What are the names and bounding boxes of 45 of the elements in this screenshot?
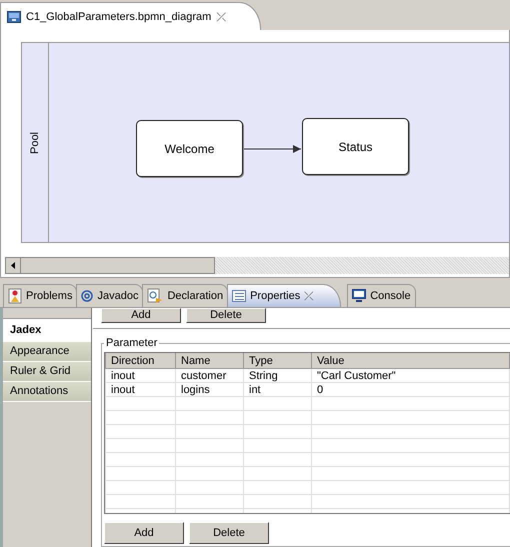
table-cell: logins: [176, 382, 244, 396]
task-node[interactable]: Status: [302, 118, 409, 175]
table-cell: customer: [176, 368, 244, 382]
problems-icon: [8, 288, 22, 304]
view-tab-label: Problems: [26, 290, 72, 302]
close-icon[interactable]: ⤫: [304, 289, 314, 303]
monitor-icon: [352, 289, 366, 303]
column-header[interactable]: Name: [176, 353, 244, 368]
task-node[interactable]: Welcome: [136, 120, 243, 177]
view-tab[interactable]: Properties ⤫: [227, 284, 342, 307]
column-header[interactable]: Direction: [106, 353, 176, 368]
table-cell: String: [244, 368, 312, 382]
property-tab[interactable]: Appearance: [3, 342, 91, 362]
scrollbar-thumb[interactable]: [21, 257, 215, 274]
property-tab[interactable]: Annotations: [3, 382, 91, 402]
editor-tab[interactable]: C1_GlobalParameters.bpmn_diagram ⤫: [0, 2, 262, 30]
view-tab-label: Javadoc: [97, 290, 138, 302]
table-cell: 0: [312, 382, 510, 396]
declaration-icon: [147, 288, 164, 304]
column-header[interactable]: Value: [312, 353, 510, 368]
left-arrow-icon: [11, 262, 15, 269]
view-tab[interactable]: Problems: [3, 284, 78, 307]
scroll-left-button[interactable]: [5, 257, 21, 274]
diagram-file-icon: [7, 10, 21, 22]
table-cell: "Carl Customer": [312, 368, 510, 382]
close-icon[interactable]: ⤫: [216, 10, 226, 24]
group-title: Parameter: [105, 337, 158, 349]
editor-tab-title: C1_GlobalParameters.bpmn_diagram: [26, 10, 212, 22]
table-cell: inout: [106, 368, 176, 382]
property-tab[interactable]: Jadex: [3, 319, 91, 342]
sequence-flow-arrow: [242, 145, 302, 153]
view-tab[interactable]: Console: [347, 284, 416, 307]
table-cell: inout: [106, 382, 176, 396]
table-cell: int: [244, 382, 312, 396]
properties-icon: [232, 290, 246, 302]
property-tab[interactable]: Ruler & Grid: [3, 362, 91, 382]
push-button[interactable]: Delete: [186, 308, 266, 323]
push-button[interactable]: Add: [101, 308, 181, 323]
push-button[interactable]: Delete: [189, 522, 269, 544]
pool-label: Pool: [29, 131, 41, 154]
view-tab-label: Properties: [250, 290, 300, 302]
view-tab-label: Console: [370, 290, 411, 302]
column-header[interactable]: Type: [244, 353, 312, 368]
push-button[interactable]: Add: [104, 522, 184, 544]
view-tab-label: Declaration: [167, 290, 224, 302]
